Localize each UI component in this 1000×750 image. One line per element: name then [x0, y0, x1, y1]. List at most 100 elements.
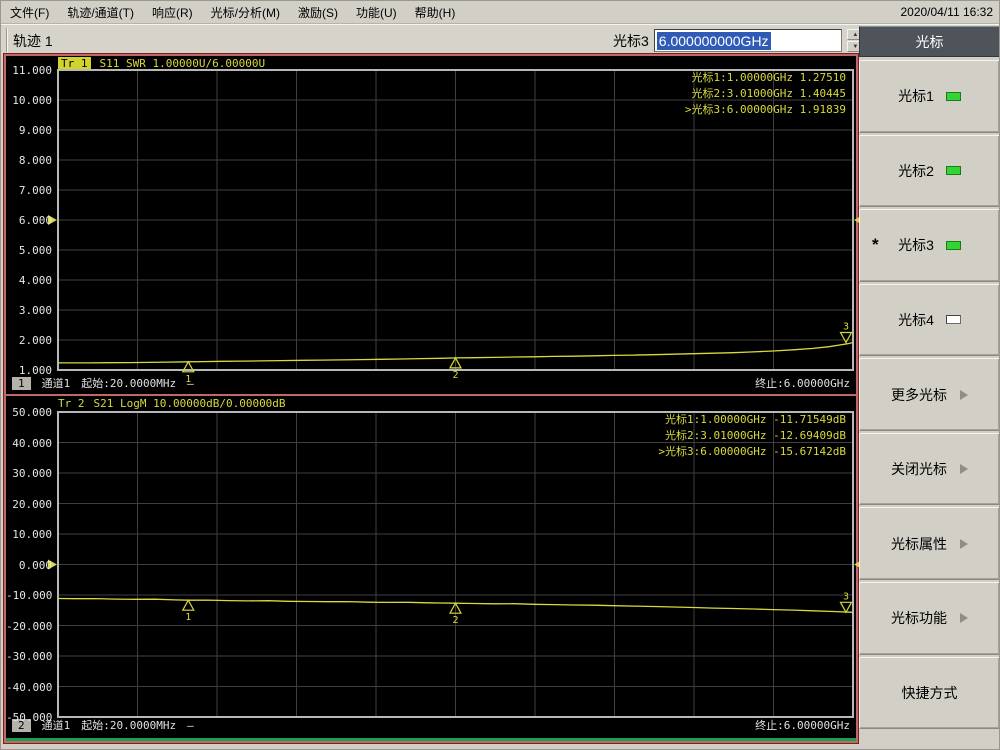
trace2-badge[interactable]: Tr 2: [58, 397, 85, 410]
display-area: Tr 1 S11 SWR 1.00000U/6.00000U 1 2 3 光标1:1.…: [3, 53, 863, 744]
marker-readout-text: 光标2:3.01000GHz -12.69409dB: [665, 429, 846, 442]
y-axis-tick-label: 10.000: [12, 94, 52, 107]
channel-label: 通道1: [41, 377, 71, 390]
menu-utility[interactable]: 功能(U): [347, 1, 406, 24]
start-frequency: 起始:20.0000MHz: [81, 377, 177, 390]
stop-frequency: 终止:6.00000GHz: [755, 377, 850, 390]
softkey-sidebar: 光标 光标1 光标2 * 光标3 光标4 更多光标关闭光标光标属性光标功能快捷方式: [859, 26, 999, 749]
active-marker-pointer: >: [684, 103, 692, 116]
menu-response[interactable]: 响应(R): [143, 1, 202, 24]
marker4-softkey[interactable]: 光标4: [859, 283, 999, 357]
marker-entry-group: 光标3 6.000000000GHz ▲ ▼: [613, 29, 864, 52]
y-axis-tick-label: 50.000: [12, 406, 52, 419]
marker-readout-row: 光标2:3.01000GHz -12.69409dB: [654, 428, 846, 444]
softkey-label: 光标3: [898, 237, 934, 254]
marker3-frequency-value: 6.000000000GHz: [656, 31, 771, 50]
y-axis-tick-label: 11.000: [12, 64, 52, 77]
marker-2-number: 2: [452, 615, 458, 626]
y-axis-tick-label: 7.000: [18, 184, 52, 197]
channel2-status-bar: 2 通道1 起始:20.0000MHz — 终止:6.00000GHz: [12, 717, 852, 733]
marker2-softkey[interactable]: 光标2: [859, 134, 999, 208]
y-axis-tick-label: 9.000: [18, 124, 52, 137]
marker-3-number: 3: [843, 322, 849, 333]
softkey-label: 光标属性: [891, 535, 947, 552]
y-axis-tick-label: -30.000: [6, 650, 53, 663]
toolbar: 轨迹 1 光标3 6.000000000GHz ▲ ▼: [1, 24, 999, 55]
marker-1-triangle[interactable]: [181, 598, 195, 611]
marker3-softkey[interactable]: * 光标3: [859, 209, 999, 282]
y-axis-tick-label: 5.000: [18, 244, 52, 257]
softkey-label: 光标功能: [891, 610, 947, 627]
y-axis-tick-label: -10.000: [6, 589, 53, 602]
softkey-label: 光标2: [898, 162, 934, 179]
menu-marker-analysis[interactable]: 光标/分析(M): [202, 1, 289, 24]
marker1-softkey[interactable]: 光标1: [859, 60, 999, 133]
softkey-label: 光标4: [898, 311, 934, 328]
marker-readout-text: 光标3:6.00000GHz -15.67142dB: [665, 445, 846, 458]
trace1-measurement: S11 SWR 1.00000U/6.00000U: [99, 57, 266, 70]
marker-1-number: 1: [185, 612, 191, 623]
sweep-indicator: —: [187, 718, 194, 732]
softkey-label: 快捷方式: [901, 684, 958, 701]
submenu-arrow-icon: [960, 613, 968, 624]
y-axis-tick-label: 10.000: [12, 528, 52, 541]
marker-3-triangle[interactable]: [839, 601, 853, 614]
marker-readouts-swr: 光标1:1.00000GHz 1.27510 光标2:3.01000GHz 1.4…: [681, 70, 846, 118]
softkey-label: 更多光标: [891, 386, 947, 403]
y-axis-tick-label: 1.000: [18, 364, 52, 377]
marker-readout-row: >光标3:6.00000GHz 1.91839: [681, 102, 846, 118]
trace1-badge[interactable]: Tr 1: [58, 57, 91, 70]
submenu-arrow-icon: [960, 538, 968, 549]
active-softkey-asterisk: *: [872, 235, 879, 255]
marker-readout-row: 光标1:1.00000GHz 1.27510: [681, 70, 846, 86]
y-axis-tick-label: 30.000: [12, 467, 52, 480]
menu-trace-channel[interactable]: 轨迹/通道(T): [58, 1, 143, 24]
marker-readout-row: 光标1:1.00000GHz -11.71549dB: [654, 412, 846, 428]
start-frequency: 起始:20.0000MHz: [81, 719, 177, 732]
sweep-indicator: —: [187, 376, 194, 390]
softkey-menu-title: 光标: [859, 26, 999, 57]
y-axis-tick-label: 2.000: [18, 334, 52, 347]
y-axis-tick-label: 8.000: [18, 154, 52, 167]
submenu-arrow-icon: [960, 389, 968, 400]
marker-3-number: 3: [843, 591, 849, 602]
sweep-progress-strip: [6, 738, 856, 741]
datetime-display: 2020/04/11 16:32: [900, 5, 993, 19]
trace1-title: Tr 1 S11 SWR 1.00000U/6.00000U: [58, 57, 265, 70]
active-marker-pointer: >: [658, 445, 666, 458]
y-axis-tick-label: 0.000: [18, 558, 52, 572]
channel1-status-bar: 1 通道1 起始:20.0000MHz — 终止:6.00000GHz: [12, 375, 852, 391]
channel1-swr-window: Tr 1 S11 SWR 1.00000U/6.00000U 123 光标1:1.…: [6, 56, 863, 394]
marker-readouts-s21: 光标1:1.00000GHz -11.71549dB 光标2:3.01000GHz…: [654, 412, 846, 460]
vna-application: 文件(F) 轨迹/通道(T) 响应(R) 光标/分析(M) 激励(S) 功能(U…: [0, 0, 1000, 750]
menu-file[interactable]: 文件(F): [1, 1, 58, 24]
markers-off-softkey[interactable]: 关闭光标: [859, 432, 999, 506]
marker-readout-text: 光标1:1.00000GHz 1.27510: [691, 71, 846, 84]
y-axis-tick-label: -40.000: [6, 680, 53, 694]
y-axis-tick-label: 4.000: [18, 274, 52, 287]
softkey-label: 关闭光标: [891, 461, 947, 478]
marker-on-indicator: [945, 166, 961, 176]
toolbar-separator: [6, 28, 8, 52]
submenu-arrow-icon: [960, 464, 968, 475]
y-axis-tick-label: 40.000: [12, 436, 52, 450]
menu-help[interactable]: 帮助(H): [406, 1, 465, 24]
stop-frequency: 终止:6.00000GHz: [755, 719, 850, 732]
softkey-button-list: 光标1 光标2 * 光标3 光标4 更多光标关闭光标光标属性光标功能快捷方式: [859, 60, 999, 730]
more-markers-softkey[interactable]: 更多光标: [859, 358, 999, 431]
y-axis-tick-label: -20.000: [6, 619, 53, 633]
softkey-label: 光标1: [898, 88, 934, 105]
shortcuts-softkey[interactable]: 快捷方式: [859, 656, 999, 730]
marker3-field-label: 光标3: [613, 32, 649, 49]
marker-on-indicator: [945, 240, 961, 250]
trace2-measurement: S21 LogM 10.00000dB/0.00000dB: [93, 397, 286, 410]
marker-functions-softkey[interactable]: 光标功能: [859, 581, 999, 655]
marker3-frequency-input[interactable]: 6.000000000GHz: [653, 29, 842, 52]
marker-off-indicator: [945, 315, 961, 325]
menu-stimulus[interactable]: 激励(S): [289, 1, 347, 24]
marker-3-triangle[interactable]: [839, 331, 853, 344]
marker-properties-softkey[interactable]: 光标属性: [859, 507, 999, 580]
marker-on-indicator: [945, 91, 961, 101]
marker-readout-row: >光标3:6.00000GHz -15.67142dB: [654, 444, 846, 460]
y-axis-tick-label: 3.000: [18, 304, 52, 317]
